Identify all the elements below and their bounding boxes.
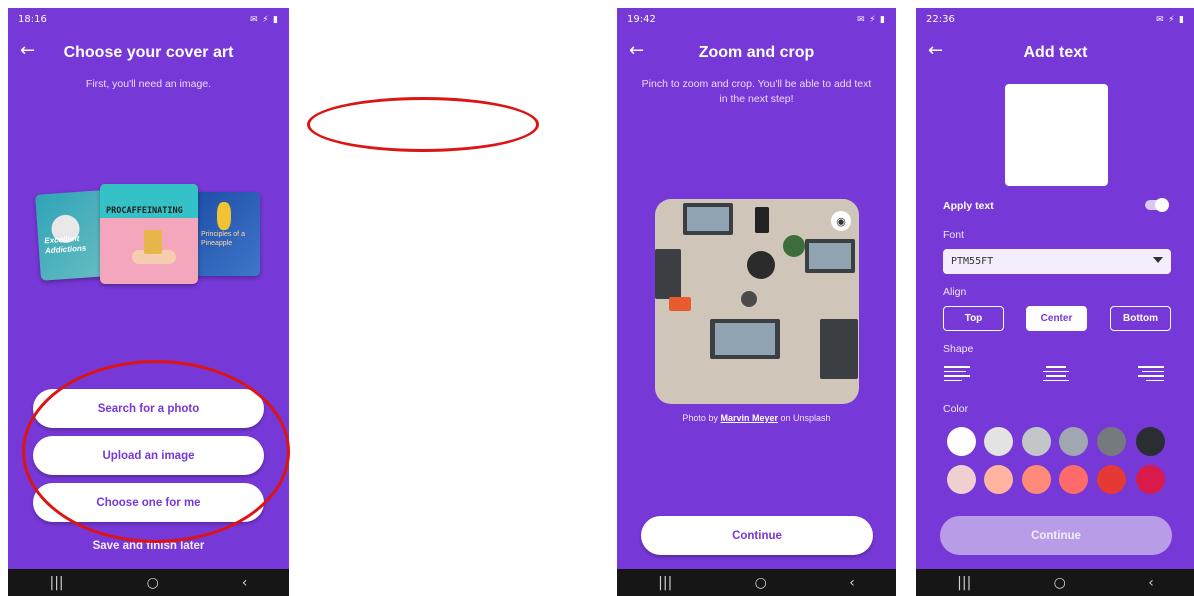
text-align-center-icon[interactable] [1043, 366, 1069, 384]
color-swatch[interactable] [984, 427, 1013, 456]
status-time: 19:42 [627, 13, 656, 25]
home-icon[interactable]: ○ [755, 575, 767, 591]
color-swatch[interactable] [984, 465, 1013, 494]
pineapple-icon [217, 202, 231, 230]
color-swatch[interactable] [1097, 427, 1126, 456]
status-bar: 18:16 ✉ ⚡ ▮ [8, 8, 289, 30]
color-swatch[interactable] [1097, 465, 1126, 494]
color-swatch[interactable] [1136, 465, 1165, 494]
system-nav-bar: ||| ○ ‹ [916, 569, 1194, 596]
recents-icon[interactable]: ||| [957, 575, 971, 591]
back-icon[interactable]: ‹ [849, 575, 855, 591]
system-nav-bar: ||| ○ ‹ [8, 569, 289, 596]
page-subtitle: Pinch to zoom and crop. You'll be able t… [641, 78, 872, 105]
phone-screen-zoom-crop: 19:42 ✉ ⚡ ▮ ← Zoom and crop Pinch to zoo… [617, 8, 896, 596]
color-swatch[interactable] [1022, 427, 1051, 456]
text-align-left-icon[interactable] [944, 366, 970, 384]
align-bottom-button[interactable]: Bottom [1110, 306, 1171, 331]
page-title: Choose your cover art [63, 44, 234, 61]
font-select[interactable]: PTM55FT [943, 249, 1171, 274]
cover-sample-right: Principles of a Pineapple [193, 192, 260, 276]
color-swatch[interactable] [1136, 427, 1165, 456]
status-icons: ✉ ⚡ ▮ [250, 13, 279, 24]
cover-sample-title: PROCAFFEINATING [106, 206, 183, 216]
phone-screen-add-text: 22:36 ✉ ⚡ ▮ ← Add text Apply text Font P… [916, 8, 1194, 596]
back-icon[interactable]: ‹ [1148, 575, 1154, 591]
continue-button[interactable]: Continue [641, 516, 873, 555]
color-swatch[interactable] [947, 427, 976, 456]
status-icons: ✉ ⚡ ▮ [1156, 13, 1185, 24]
status-bar: 19:42 ✉ ⚡ ▮ [617, 8, 896, 30]
color-swatch[interactable] [947, 465, 976, 494]
cover-sample-title: Principles of a Pineapple [201, 231, 245, 247]
home-icon[interactable]: ○ [1054, 575, 1066, 591]
recents-icon[interactable]: ||| [50, 575, 64, 591]
continue-button[interactable]: Continue [940, 516, 1172, 555]
status-icons: ✉ ⚡ ▮ [857, 13, 886, 24]
home-icon[interactable]: ○ [147, 575, 159, 591]
system-nav-bar: ||| ○ ‹ [617, 569, 896, 596]
page-subtitle: First, you'll need an image. [85, 78, 212, 90]
photographer-link[interactable]: Marvin Meyer [720, 413, 778, 423]
color-label: Color [943, 403, 969, 415]
back-icon[interactable]: ‹ [242, 575, 248, 591]
align-top-button[interactable]: Top [943, 306, 1004, 331]
font-label: Font [943, 229, 965, 241]
photo-credit: Photo by Marvin Meyer on Unsplash [682, 413, 831, 423]
apply-text-toggle[interactable] [1145, 198, 1169, 212]
status-time: 18:16 [18, 13, 47, 25]
dropdown-caret-icon [1153, 257, 1163, 263]
status-bar: 22:36 ✉ ⚡ ▮ [916, 8, 1194, 30]
audio-wave-icon[interactable]: ◉ [831, 211, 851, 231]
annotation-oval [307, 97, 539, 152]
coffee-cup-icon [144, 230, 162, 254]
page-title: Zoom and crop [698, 44, 815, 61]
annotation-oval [22, 360, 290, 543]
recents-icon[interactable]: ||| [658, 575, 672, 591]
crop-photo[interactable]: ◉ [655, 199, 859, 404]
align-center-button[interactable]: Center [1026, 306, 1087, 331]
cover-sample-center: PROCAFFEINATING [100, 184, 198, 284]
font-select-value: PTM55FT [951, 256, 994, 267]
apply-text-label: Apply text [943, 200, 994, 212]
color-swatch[interactable] [1059, 465, 1088, 494]
status-time: 22:36 [926, 13, 955, 25]
text-align-right-icon[interactable] [1138, 366, 1164, 384]
color-swatch[interactable] [1059, 427, 1088, 456]
cover-preview [1005, 84, 1108, 186]
page-title: Add text [1023, 44, 1088, 61]
shape-label: Shape [943, 343, 974, 355]
color-swatch[interactable] [1022, 465, 1051, 494]
align-label: Align [943, 286, 967, 298]
